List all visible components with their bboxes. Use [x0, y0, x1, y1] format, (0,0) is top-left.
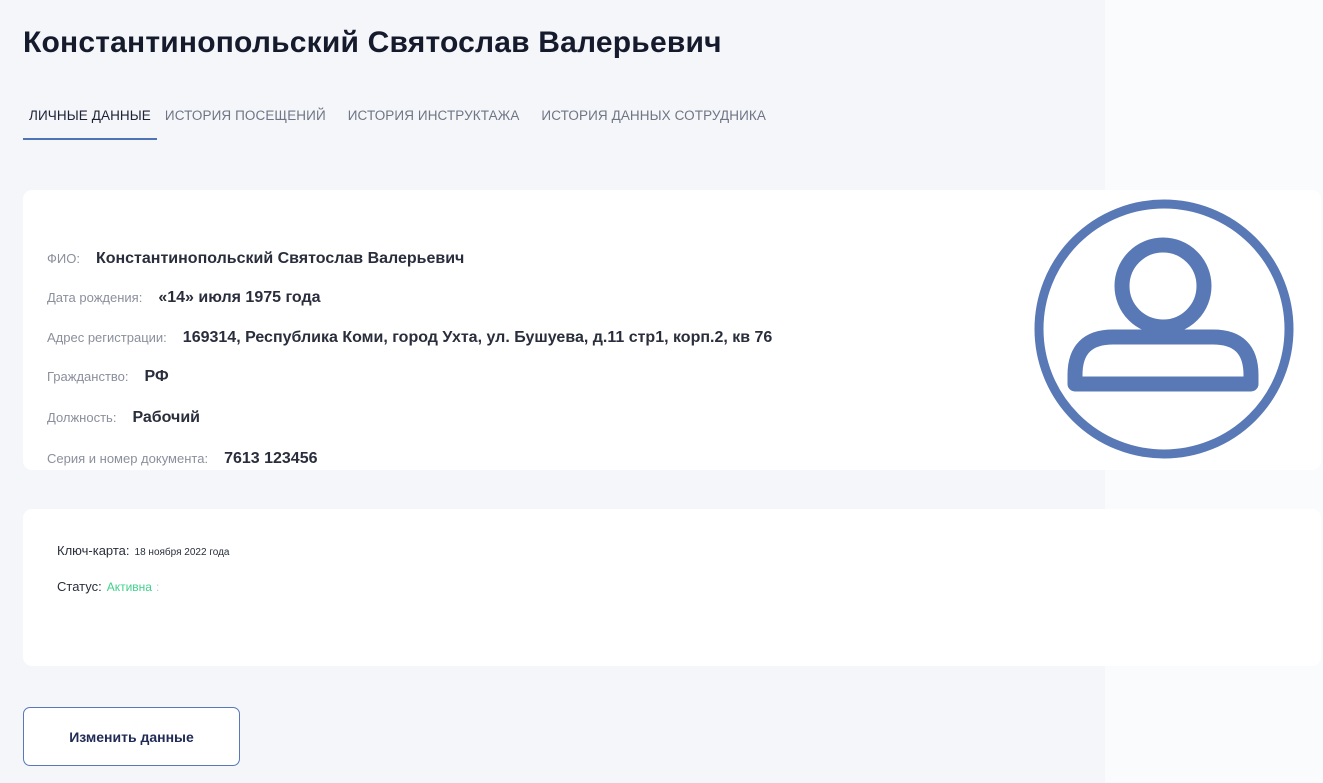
status-separator: :	[155, 580, 160, 594]
key-card-label: Ключ-карта:	[57, 543, 130, 558]
status-row: Статус: Активна :	[57, 579, 159, 594]
user-avatar-icon	[1033, 198, 1295, 460]
birth-date-value: «14» июля 1975 года	[158, 289, 321, 306]
fio-value: Константинопольский Святослав Валерьевич	[95, 250, 465, 267]
key-card-date: 18 ноября 2022 года	[134, 547, 230, 558]
tab-briefing-history[interactable]: История инструктажа	[348, 98, 520, 140]
citizenship-label: Гражданство:	[47, 369, 129, 384]
fio-label: ФИО:	[47, 251, 80, 266]
position-label: Должность:	[47, 410, 117, 425]
position-row: Должность: Рабочий	[47, 409, 200, 427]
position-value: Рабочий	[132, 409, 201, 426]
document-value: 7613 123456	[224, 450, 318, 467]
page-title: Константинопольский Святослав Валерьевич	[23, 26, 722, 59]
key-card-section: Ключ-карта: 18 ноября 2022 года Статус: …	[23, 509, 1321, 666]
tabs-bar: Личные данные История посещений История …	[23, 98, 788, 140]
fio-row: ФИО: Константинопольский Святослав Валер…	[47, 250, 464, 268]
personal-info-card: ФИО: Константинопольский Святослав Валер…	[23, 190, 1321, 470]
birth-date-row: Дата рождения: «14» июля 1975 года	[47, 289, 321, 307]
birth-date-label: Дата рождения:	[47, 290, 143, 305]
status-badge: Активна	[106, 580, 152, 594]
citizenship-value: РФ	[144, 368, 169, 385]
address-row: Адрес регистрации: 169314, Республика Ко…	[47, 329, 772, 347]
address-label: Адрес регистрации:	[47, 330, 167, 345]
key-card-row: Ключ-карта: 18 ноября 2022 года	[57, 543, 230, 558]
citizenship-row: Гражданство: РФ	[47, 368, 169, 386]
tab-visit-history[interactable]: История посещений	[165, 98, 326, 140]
tab-employee-data-history[interactable]: История данных сотрудника	[541, 98, 766, 140]
tab-personal-data[interactable]: Личные данные	[23, 98, 157, 140]
status-label: Статус:	[57, 579, 102, 594]
address-value: 169314, Республика Коми, город Ухта, ул.…	[182, 329, 773, 346]
document-label: Серия и номер документа:	[47, 451, 209, 466]
edit-data-button[interactable]: Изменить данные	[23, 707, 240, 766]
document-row: Серия и номер документа: 7613 123456	[47, 450, 318, 468]
